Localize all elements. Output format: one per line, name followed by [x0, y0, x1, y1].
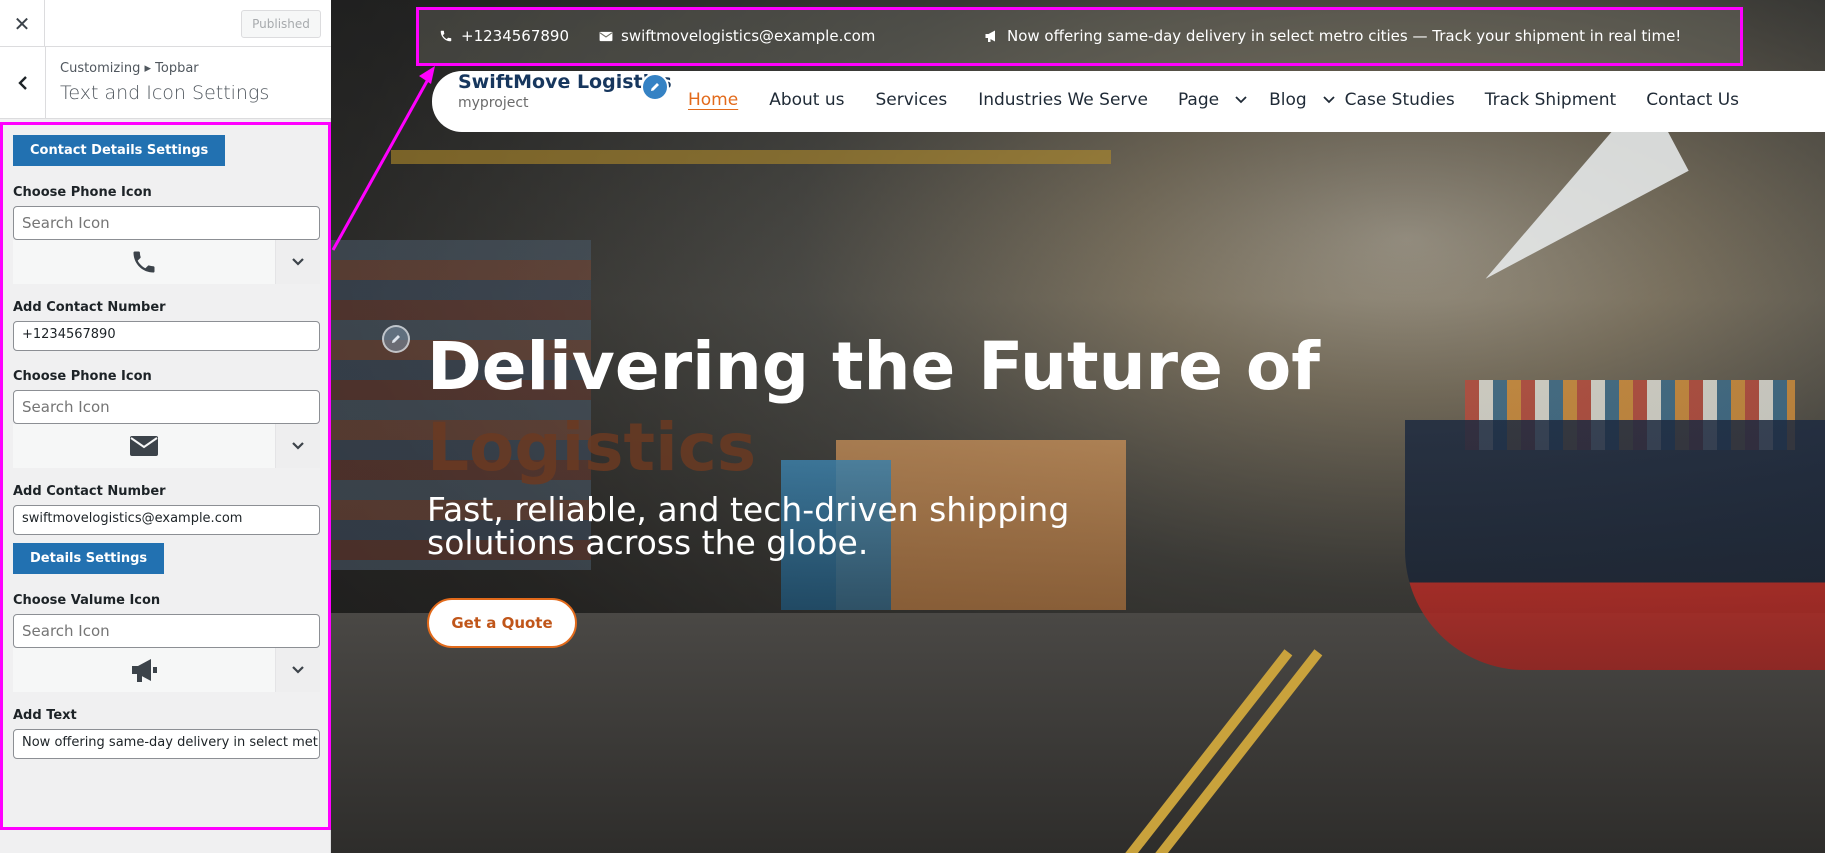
topbar-email-text: swiftmovelogistics@example.com [621, 27, 876, 45]
section-header: Customizing ▸ Topbar Text and Icon Setti… [0, 47, 331, 119]
phone-icon-search-input[interactable] [13, 206, 320, 240]
nav-item-page[interactable]: Page [1178, 90, 1247, 110]
email-icon-dropdown-toggle[interactable] [275, 424, 320, 468]
nav-item-home[interactable]: Home [688, 90, 738, 110]
phone-icon-label: Choose Phone Icon [13, 185, 152, 200]
chevron-down-icon [292, 442, 304, 450]
email-label: Add Contact Number [13, 484, 166, 499]
contact-number-label: Add Contact Number [13, 300, 166, 315]
phone-icon [440, 30, 452, 42]
chevron-down-icon [292, 666, 304, 674]
close-customizer-button[interactable]: ✕ [0, 0, 45, 47]
volume-icon-dropdown-toggle[interactable] [275, 648, 320, 692]
nav-item-industries[interactable]: Industries We Serve [978, 90, 1148, 110]
contact-number-input[interactable]: +1234567890 [13, 321, 320, 351]
site-header: SwiftMove Logistics myproject Home About… [432, 71, 1825, 132]
volume-icon-label: Choose Valume Icon [13, 593, 161, 608]
section-title: Text and Icon Settings [60, 82, 270, 104]
nav-item-track-shipment[interactable]: Track Shipment [1485, 90, 1616, 110]
add-text-input[interactable]: Now offering same-day delivery in select… [13, 729, 320, 759]
megaphone-icon [132, 659, 157, 682]
pencil-icon [392, 335, 400, 343]
envelope-icon [599, 31, 613, 41]
chevron-down-icon [1235, 96, 1247, 104]
chevron-down-icon [292, 258, 304, 266]
hero-subheading: Fast, reliable, and tech-driven shipping… [427, 490, 1070, 562]
chevron-down-icon [1323, 96, 1335, 104]
site-preview: +1234567890 swiftmovelogistics@example.c… [331, 0, 1825, 853]
customizer-top-bar: ✕ Published [0, 0, 331, 47]
nav-item-page-label: Page [1177, 90, 1220, 110]
get-a-quote-button[interactable]: Get a Quote [427, 598, 577, 648]
hero-edit-shortcut-button[interactable] [382, 325, 410, 353]
topbar-announcement: Now offering same-day delivery in select… [984, 27, 1681, 45]
site-title[interactable]: SwiftMove Logistics [458, 71, 672, 93]
nav-item-services[interactable]: Services [876, 90, 948, 110]
nav-item-blog-label: Blog [1269, 90, 1307, 110]
nav-item-case-studies[interactable]: Case Studies [1345, 90, 1455, 110]
pencil-icon [651, 83, 659, 91]
phone-icon-picker [13, 240, 320, 284]
topbar-phone-text: +1234567890 [461, 27, 570, 45]
email-input[interactable]: swiftmovelogistics@example.com [13, 505, 320, 535]
volume-icon-search-input[interactable] [13, 614, 320, 648]
topbar: +1234567890 swiftmovelogistics@example.c… [416, 7, 1743, 66]
email-icon-preview[interactable] [13, 424, 275, 468]
publish-button[interactable]: Published [241, 10, 321, 38]
breadcrumb: Customizing ▸ Topbar [60, 61, 199, 76]
phone-icon [133, 251, 155, 273]
customizer-sidebar: ✕ Published Customizing ▸ Topbar Text an… [0, 0, 331, 853]
megaphone-icon [985, 30, 995, 42]
details-settings-button[interactable]: Details Settings [13, 543, 165, 574]
email-icon-search-input[interactable] [13, 390, 320, 424]
site-tagline: myproject [458, 95, 529, 111]
topbar-announcement-text: Now offering same-day delivery in select… [1007, 27, 1682, 45]
annotation-arrow [331, 66, 435, 251]
back-button[interactable] [0, 47, 46, 119]
email-icon-picker [13, 424, 320, 468]
envelope-icon [130, 436, 158, 456]
background-ship [1405, 420, 1825, 670]
background-crane [391, 150, 1111, 164]
volume-icon-preview[interactable] [13, 648, 275, 692]
close-icon: ✕ [13, 11, 31, 36]
nav-item-about[interactable]: About us [769, 90, 844, 110]
controls-panel: Contact Details Settings Choose Phone Ic… [0, 122, 331, 830]
hero-heading: Delivering the Future of [427, 328, 1320, 405]
nav-item-blog[interactable]: Blog [1269, 90, 1335, 110]
road-marking [1112, 649, 1293, 853]
topbar-phone[interactable]: +1234567890 [439, 27, 569, 45]
contact-details-settings-button[interactable]: Contact Details Settings [13, 135, 226, 166]
main-navigation: Home About us Services Industries We Ser… [688, 90, 1739, 110]
email-icon-label: Choose Phone Icon [13, 369, 152, 384]
phone-icon-dropdown-toggle[interactable] [275, 240, 320, 284]
phone-icon-preview[interactable] [13, 240, 275, 284]
topbar-email[interactable]: swiftmovelogistics@example.com [599, 27, 875, 45]
add-text-label: Add Text [13, 708, 77, 723]
hero-heading-highlight: Logistics [427, 409, 757, 486]
nav-item-contact[interactable]: Contact Us [1646, 90, 1739, 110]
road-marking [1142, 649, 1323, 853]
volume-icon-picker [13, 648, 320, 692]
chevron-left-icon [17, 76, 27, 90]
edit-shortcut-button[interactable] [641, 73, 669, 101]
